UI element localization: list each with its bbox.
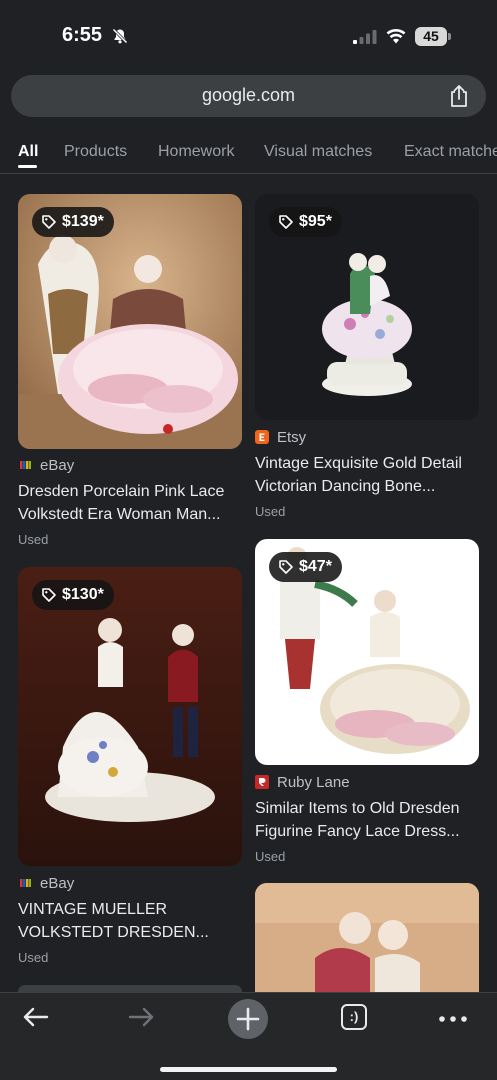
source-name: Ruby Lane bbox=[277, 774, 350, 791]
source-name: eBay bbox=[40, 875, 75, 892]
result-title-line-2[interactable]: Volkstedt Era Woman Man... bbox=[18, 506, 220, 524]
result-title-line-1[interactable]: Similar Items to Old Dresden bbox=[255, 800, 460, 818]
result-condition: Used bbox=[18, 532, 49, 547]
address-bar[interactable]: google.com bbox=[11, 75, 486, 117]
result-thumbnail-4[interactable]: $47* bbox=[255, 539, 479, 765]
source-name: eBay bbox=[40, 457, 75, 474]
price-badge: $130* bbox=[32, 580, 114, 610]
result-title-line-1[interactable]: VINTAGE MUELLER bbox=[18, 901, 167, 919]
search-tabs: All Products Homework Visual matches Exa… bbox=[0, 128, 497, 174]
url-text: google.com bbox=[201, 85, 296, 105]
plus-icon bbox=[236, 1007, 260, 1031]
result-thumbnail-3[interactable]: $130* bbox=[18, 567, 242, 866]
share-icon[interactable] bbox=[448, 84, 470, 108]
new-tab-button[interactable] bbox=[228, 999, 268, 1039]
bell-off-icon bbox=[112, 28, 128, 44]
result-title-line-2[interactable]: Victorian Dancing Bone... bbox=[255, 478, 435, 496]
result-card-1[interactable]: $139* eBay Dresden Porcelain Pink Lace V… bbox=[18, 194, 242, 554]
price-badge: $95* bbox=[269, 207, 342, 237]
tab-exact-matches[interactable]: Exact matches bbox=[404, 143, 497, 161]
result-title-line-1[interactable]: Vintage Exquisite Gold Detail bbox=[255, 455, 462, 473]
result-card-6-edge bbox=[18, 985, 242, 992]
etsy-icon bbox=[255, 430, 269, 444]
result-condition: Used bbox=[255, 849, 286, 864]
result-thumbnail-1[interactable]: $139* bbox=[18, 194, 242, 449]
price-text: $130* bbox=[62, 586, 104, 603]
price-text: $47* bbox=[299, 558, 332, 575]
price-tag-icon bbox=[279, 215, 293, 229]
result-card-4[interactable]: $47* Ruby Lane Similar Items to Old Dres… bbox=[255, 539, 479, 869]
ebay-icon bbox=[20, 879, 31, 887]
price-tag-icon bbox=[42, 588, 56, 602]
tab-all[interactable]: All bbox=[18, 143, 38, 161]
tab-visual-matches[interactable]: Visual matches bbox=[264, 143, 372, 161]
result-source: eBay bbox=[18, 875, 74, 892]
result-title-line-2[interactable]: Figurine Fancy Lace Dress... bbox=[255, 823, 460, 841]
result-title-line-1[interactable]: Dresden Porcelain Pink Lace bbox=[18, 483, 224, 501]
result-card-2[interactable]: $95* Etsy Vintage Exquisite Gold Detail … bbox=[255, 194, 479, 524]
result-source: eBay bbox=[18, 457, 74, 474]
back-arrow-icon[interactable] bbox=[20, 1005, 50, 1029]
tab-homework[interactable]: Homework bbox=[158, 143, 234, 161]
battery-icon: 45 bbox=[415, 27, 451, 46]
home-indicator[interactable] bbox=[160, 1067, 337, 1072]
more-dots-icon[interactable] bbox=[438, 1015, 468, 1023]
bottom-toolbar: :) bbox=[0, 992, 497, 1080]
active-tab-indicator bbox=[18, 165, 37, 168]
result-title-line-2[interactable]: VOLKSTEDT DRESDEN... bbox=[18, 924, 209, 942]
tab-switcher-icon[interactable]: :) bbox=[341, 1004, 367, 1030]
battery-nub bbox=[448, 33, 451, 40]
ruby-lane-icon bbox=[255, 775, 269, 789]
result-condition: Used bbox=[255, 504, 286, 519]
result-card-3[interactable]: $130* eBay VINTAGE MUELLER VOLKSTEDT DRE… bbox=[18, 567, 242, 967]
price-text: $139* bbox=[62, 213, 104, 230]
price-text: $95* bbox=[299, 213, 332, 230]
wifi-icon bbox=[386, 29, 406, 44]
price-tag-icon bbox=[42, 215, 56, 229]
status-time: 6:55 bbox=[62, 24, 103, 46]
figurine-image-3 bbox=[18, 567, 242, 866]
result-source: Etsy bbox=[255, 429, 306, 446]
ebay-icon bbox=[20, 461, 31, 469]
price-badge: $139* bbox=[32, 207, 114, 237]
price-tag-icon bbox=[279, 560, 293, 574]
battery-level: 45 bbox=[415, 27, 447, 46]
result-thumbnail-2[interactable]: $95* bbox=[255, 194, 479, 420]
source-name: Etsy bbox=[277, 429, 307, 446]
result-source: Ruby Lane bbox=[255, 774, 350, 791]
status-bar: 6:55 45 bbox=[0, 0, 497, 72]
forward-arrow-icon[interactable] bbox=[127, 1005, 157, 1029]
figurine-image-5 bbox=[255, 883, 479, 992]
result-condition: Used bbox=[18, 950, 49, 965]
tab-products[interactable]: Products bbox=[64, 143, 127, 161]
result-card-5[interactable] bbox=[255, 883, 479, 992]
tab-count: :) bbox=[349, 1009, 359, 1024]
signal-icon bbox=[353, 30, 377, 44]
price-badge: $47* bbox=[269, 552, 342, 582]
